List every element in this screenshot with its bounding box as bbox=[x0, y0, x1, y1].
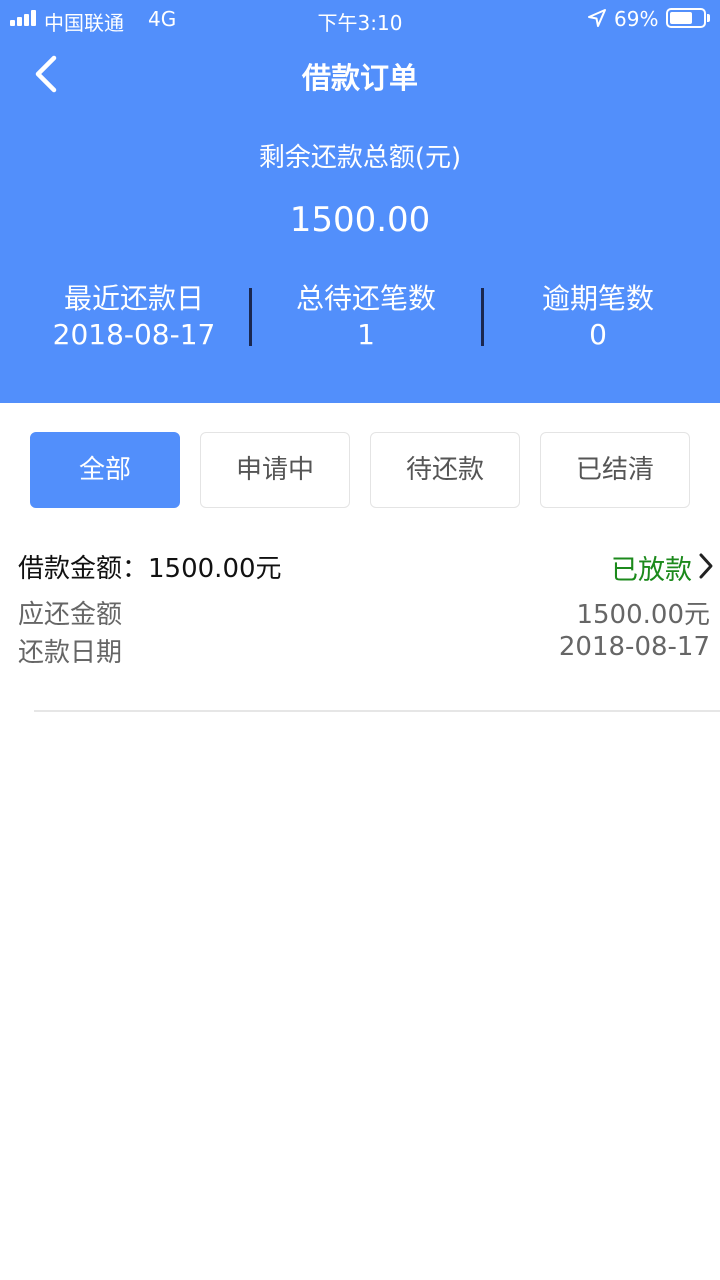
stat-label: 最近还款日 bbox=[63, 282, 204, 315]
due-amount-label: 应还金额 bbox=[18, 600, 123, 630]
order-status-badge: 已放款 bbox=[611, 555, 692, 586]
status-time: 下午3:10 bbox=[317, 11, 403, 35]
tab-settled[interactable]: 已结清 bbox=[540, 432, 690, 508]
loan-amount-row: 借款金额：1500.00元 bbox=[18, 548, 282, 585]
due-date-label: 还款日期 bbox=[18, 638, 123, 668]
tab-applying[interactable]: 申请中 bbox=[200, 432, 350, 508]
battery-icon bbox=[666, 8, 706, 28]
battery-fill bbox=[670, 12, 692, 24]
stat-next-repayment-date: 最近还款日 2018-08-17 bbox=[18, 280, 250, 351]
tab-pending-repayment[interactable]: 待还款 bbox=[370, 432, 520, 508]
stat-divider bbox=[481, 288, 484, 346]
status-bar: 中国联通 4G 下午3:10 69% bbox=[0, 0, 720, 38]
due-date-value: 2018-08-17 bbox=[558, 632, 710, 662]
stats-row: 最近还款日 2018-08-17 总待还笔数 1 逾期笔数 0 bbox=[18, 280, 714, 351]
location-arrow-icon bbox=[588, 9, 606, 27]
remaining-total-amount: 1500.00 bbox=[289, 200, 431, 240]
stat-value: 1 bbox=[357, 318, 375, 351]
stat-value: 2018-08-17 bbox=[52, 318, 216, 351]
remaining-total-label: 剩余还款总额(元) bbox=[258, 143, 462, 173]
filter-tabs: 全部 申请中 待还款 已结清 bbox=[30, 432, 690, 508]
order-list-item[interactable]: 借款金额：1500.00元 已放款 应还金额 1500.00元 还款日期 201… bbox=[0, 540, 720, 712]
stat-overdue-count: 逾期笔数 0 bbox=[482, 280, 714, 351]
stat-value: 0 bbox=[589, 318, 607, 351]
due-amount-value: 1500.00元 bbox=[576, 600, 710, 630]
header-panel: 中国联通 4G 下午3:10 69% 借款订单 剩余还款总额(元) 1500.0… bbox=[0, 0, 720, 403]
chevron-right-icon bbox=[699, 553, 713, 579]
loan-amount-value: 1500.00元 bbox=[148, 554, 282, 584]
battery-tip bbox=[707, 14, 710, 22]
stat-label: 总待还笔数 bbox=[295, 282, 436, 315]
item-divider bbox=[34, 710, 720, 712]
stat-label: 逾期笔数 bbox=[541, 282, 654, 315]
loan-amount-label: 借款金额： bbox=[18, 554, 149, 584]
page-title: 借款订单 bbox=[301, 61, 418, 95]
stat-total-pending: 总待还笔数 1 bbox=[250, 280, 482, 351]
stat-divider bbox=[249, 288, 252, 346]
tab-all[interactable]: 全部 bbox=[30, 432, 180, 508]
battery-percent: 69% bbox=[614, 7, 659, 31]
